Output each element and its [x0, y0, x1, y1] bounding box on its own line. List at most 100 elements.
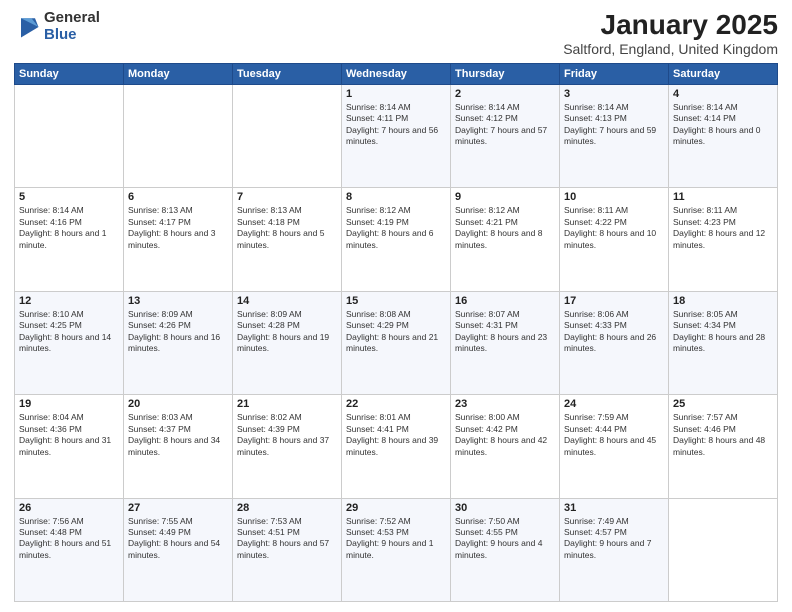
- day-cell: 29Sunrise: 7:52 AM Sunset: 4:53 PM Dayli…: [342, 498, 451, 601]
- day-info: Sunrise: 8:04 AM Sunset: 4:36 PM Dayligh…: [19, 412, 119, 458]
- day-info: Sunrise: 8:14 AM Sunset: 4:14 PM Dayligh…: [673, 102, 773, 148]
- day-info: Sunrise: 8:12 AM Sunset: 4:21 PM Dayligh…: [455, 205, 555, 251]
- day-number: 30: [455, 502, 555, 514]
- day-number: 17: [564, 295, 664, 307]
- day-info: Sunrise: 8:09 AM Sunset: 4:26 PM Dayligh…: [128, 309, 228, 355]
- weekday-header-tuesday: Tuesday: [233, 63, 342, 84]
- day-info: Sunrise: 8:14 AM Sunset: 4:16 PM Dayligh…: [19, 205, 119, 251]
- day-number: 15: [346, 295, 446, 307]
- calendar-table: SundayMondayTuesdayWednesdayThursdayFrid…: [14, 63, 778, 602]
- day-cell: 12 Sunrise: 8:10 AM Sunset: 4:25 PM Dayli…: [15, 291, 124, 394]
- day-info: Sunrise: 7:57 AM Sunset: 4:46 PM Dayligh…: [673, 412, 773, 458]
- weekday-header-sunday: Sunday: [15, 63, 124, 84]
- day-number: 12: [19, 295, 119, 307]
- day-cell: 9 Sunrise: 8:12 AM Sunset: 4:21 PM Daylig…: [451, 188, 560, 291]
- day-info: Sunrise: 8:11 AM Sunset: 4:23 PM Dayligh…: [673, 205, 773, 251]
- title-block: January 2025 Saltford, England, United K…: [563, 10, 778, 57]
- day-number: 27: [128, 502, 228, 514]
- week-row-5: 26 Sunrise: 7:56 AM Sunset: 4:48 PM Dayli…: [15, 498, 778, 601]
- day-cell: 26 Sunrise: 7:56 AM Sunset: 4:48 PM Dayli…: [15, 498, 124, 601]
- calendar-body: 1Sunrise: 8:14 AM Sunset: 4:11 PM Daylig…: [15, 84, 778, 601]
- day-cell: 22 Sunrise: 8:01 AM Sunset: 4:41 PM Dayli…: [342, 395, 451, 498]
- day-cell: 13 Sunrise: 8:09 AM Sunset: 4:26 PM Dayli…: [124, 291, 233, 394]
- day-info: Sunrise: 8:10 AM Sunset: 4:25 PM Dayligh…: [19, 309, 119, 355]
- weekday-header-thursday: Thursday: [451, 63, 560, 84]
- weekday-header-friday: Friday: [560, 63, 669, 84]
- day-number: 7: [237, 191, 337, 203]
- day-number: 4: [673, 88, 773, 100]
- day-cell: 3Sunrise: 8:14 AM Sunset: 4:13 PM Daylig…: [560, 84, 669, 187]
- day-cell: 18 Sunrise: 8:05 AM Sunset: 4:34 PM Dayli…: [669, 291, 778, 394]
- day-number: 3: [564, 88, 664, 100]
- day-cell: 1Sunrise: 8:14 AM Sunset: 4:11 PM Daylig…: [342, 84, 451, 187]
- day-info: Sunrise: 8:11 AM Sunset: 4:22 PM Dayligh…: [564, 205, 664, 251]
- day-cell: [124, 84, 233, 187]
- day-number: 6: [128, 191, 228, 203]
- day-info: Sunrise: 7:49 AM Sunset: 4:57 PM Dayligh…: [564, 516, 664, 562]
- day-cell: 27Sunrise: 7:55 AM Sunset: 4:49 PM Dayli…: [124, 498, 233, 601]
- day-number: 28: [237, 502, 337, 514]
- day-info: Sunrise: 8:01 AM Sunset: 4:41 PM Dayligh…: [346, 412, 446, 458]
- day-number: 24: [564, 398, 664, 410]
- day-number: 16: [455, 295, 555, 307]
- day-info: Sunrise: 8:08 AM Sunset: 4:29 PM Dayligh…: [346, 309, 446, 355]
- day-info: Sunrise: 8:14 AM Sunset: 4:12 PM Dayligh…: [455, 102, 555, 148]
- day-cell: 5 Sunrise: 8:14 AM Sunset: 4:16 PM Daylig…: [15, 188, 124, 291]
- header: General Blue January 2025 Saltford, Engl…: [14, 10, 778, 57]
- day-number: 26: [19, 502, 119, 514]
- day-cell: 21 Sunrise: 8:02 AM Sunset: 4:39 PM Dayli…: [233, 395, 342, 498]
- page: General Blue January 2025 Saltford, Engl…: [0, 0, 792, 612]
- day-cell: 14Sunrise: 8:09 AM Sunset: 4:28 PM Dayli…: [233, 291, 342, 394]
- week-row-1: 1Sunrise: 8:14 AM Sunset: 4:11 PM Daylig…: [15, 84, 778, 187]
- day-info: Sunrise: 8:12 AM Sunset: 4:19 PM Dayligh…: [346, 205, 446, 251]
- week-row-3: 12 Sunrise: 8:10 AM Sunset: 4:25 PM Dayli…: [15, 291, 778, 394]
- day-number: 2: [455, 88, 555, 100]
- day-number: 31: [564, 502, 664, 514]
- weekday-header-saturday: Saturday: [669, 63, 778, 84]
- day-cell: 15 Sunrise: 8:08 AM Sunset: 4:29 PM Dayli…: [342, 291, 451, 394]
- day-info: Sunrise: 8:05 AM Sunset: 4:34 PM Dayligh…: [673, 309, 773, 355]
- day-cell: 19 Sunrise: 8:04 AM Sunset: 4:36 PM Dayli…: [15, 395, 124, 498]
- day-number: 14: [237, 295, 337, 307]
- day-cell: [233, 84, 342, 187]
- location: Saltford, England, United Kingdom: [563, 41, 778, 57]
- day-number: 5: [19, 191, 119, 203]
- month-title: January 2025: [563, 10, 778, 41]
- day-info: Sunrise: 7:59 AM Sunset: 4:44 PM Dayligh…: [564, 412, 664, 458]
- day-number: 9: [455, 191, 555, 203]
- calendar-header: SundayMondayTuesdayWednesdayThursdayFrid…: [15, 63, 778, 84]
- day-info: Sunrise: 7:56 AM Sunset: 4:48 PM Dayligh…: [19, 516, 119, 562]
- weekday-header-row: SundayMondayTuesdayWednesdayThursdayFrid…: [15, 63, 778, 84]
- day-number: 22: [346, 398, 446, 410]
- day-info: Sunrise: 8:02 AM Sunset: 4:39 PM Dayligh…: [237, 412, 337, 458]
- day-number: 11: [673, 191, 773, 203]
- day-info: Sunrise: 8:13 AM Sunset: 4:17 PM Dayligh…: [128, 205, 228, 251]
- day-number: 18: [673, 295, 773, 307]
- day-cell: 8 Sunrise: 8:12 AM Sunset: 4:19 PM Daylig…: [342, 188, 451, 291]
- day-info: Sunrise: 8:13 AM Sunset: 4:18 PM Dayligh…: [237, 205, 337, 251]
- day-cell: 16Sunrise: 8:07 AM Sunset: 4:31 PM Dayli…: [451, 291, 560, 394]
- day-cell: 28Sunrise: 7:53 AM Sunset: 4:51 PM Dayli…: [233, 498, 342, 601]
- day-cell: 30Sunrise: 7:50 AM Sunset: 4:55 PM Dayli…: [451, 498, 560, 601]
- day-number: 25: [673, 398, 773, 410]
- day-info: Sunrise: 7:52 AM Sunset: 4:53 PM Dayligh…: [346, 516, 446, 562]
- logo-blue-text: Blue: [44, 27, 100, 44]
- weekday-header-wednesday: Wednesday: [342, 63, 451, 84]
- day-cell: 11 Sunrise: 8:11 AM Sunset: 4:23 PM Dayli…: [669, 188, 778, 291]
- day-number: 23: [455, 398, 555, 410]
- day-number: 8: [346, 191, 446, 203]
- day-info: Sunrise: 8:06 AM Sunset: 4:33 PM Dayligh…: [564, 309, 664, 355]
- day-cell: 4 Sunrise: 8:14 AM Sunset: 4:14 PM Daylig…: [669, 84, 778, 187]
- week-row-2: 5 Sunrise: 8:14 AM Sunset: 4:16 PM Daylig…: [15, 188, 778, 291]
- day-number: 21: [237, 398, 337, 410]
- day-cell: [15, 84, 124, 187]
- day-number: 20: [128, 398, 228, 410]
- day-number: 10: [564, 191, 664, 203]
- day-cell: 24 Sunrise: 7:59 AM Sunset: 4:44 PM Dayli…: [560, 395, 669, 498]
- logo-general-text: General: [44, 10, 100, 27]
- day-number: 19: [19, 398, 119, 410]
- day-info: Sunrise: 8:00 AM Sunset: 4:42 PM Dayligh…: [455, 412, 555, 458]
- day-info: Sunrise: 8:14 AM Sunset: 4:11 PM Dayligh…: [346, 102, 446, 148]
- day-cell: 25 Sunrise: 7:57 AM Sunset: 4:46 PM Dayli…: [669, 395, 778, 498]
- day-number: 13: [128, 295, 228, 307]
